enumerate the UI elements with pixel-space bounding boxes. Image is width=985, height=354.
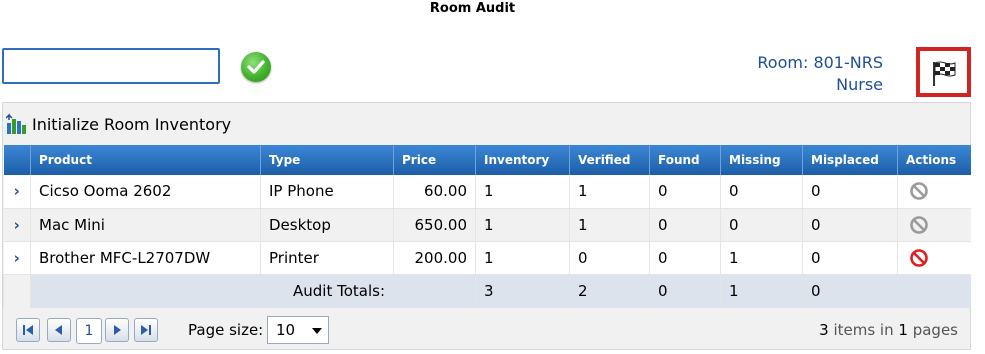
total-found: 0 [649, 274, 721, 308]
cell-type: Printer [260, 241, 394, 275]
cell-actions [897, 175, 971, 209]
next-page-icon [114, 325, 121, 335]
cell-verified: 0 [569, 241, 650, 275]
audit-grid: Initialize Room Inventory Product Type P… [2, 102, 971, 350]
total-missing: 1 [720, 274, 803, 308]
header-type[interactable]: Type [260, 145, 394, 175]
header-product[interactable]: Product [30, 145, 261, 175]
last-page-button[interactable] [134, 318, 158, 342]
cell-type: Desktop [260, 208, 394, 242]
last-page-icon [141, 325, 151, 335]
page-size-select[interactable]: 10 [267, 316, 329, 344]
scan-input[interactable] [2, 48, 220, 84]
cell-product: Mac Mini [30, 208, 261, 242]
room-label: Room: 801-NRS [757, 53, 883, 72]
header-inventory[interactable]: Inventory [475, 145, 570, 175]
cell-found: 0 [649, 241, 721, 275]
totals-row: Audit Totals: 3 2 0 1 0 [3, 274, 971, 308]
header-found[interactable]: Found [649, 145, 721, 175]
table-row: › Cicso Ooma 2602 IP Phone 60.00 1 1 0 0… [3, 175, 971, 209]
finish-audit-button[interactable] [916, 47, 971, 97]
cancel-disabled-icon [910, 182, 928, 201]
cell-found: 0 [649, 175, 721, 209]
cancel-disabled-icon [910, 215, 928, 234]
initialize-inventory-button[interactable]: Initialize Room Inventory [6, 113, 231, 135]
header-price[interactable]: Price [393, 145, 476, 175]
cell-product: Brother MFC-L2707DW [30, 241, 261, 275]
cancel-active-icon[interactable] [909, 248, 929, 268]
cell-verified: 1 [569, 208, 650, 242]
cell-price: 650.00 [393, 208, 476, 242]
first-page-button[interactable] [16, 318, 40, 342]
dropdown-arrow-icon [312, 328, 322, 334]
first-page-icon [23, 325, 33, 335]
cell-inventory: 1 [475, 175, 570, 209]
initialize-inventory-icon [6, 113, 26, 134]
total-inventory: 3 [475, 274, 570, 308]
total-misplaced: 0 [802, 274, 898, 308]
cell-price: 60.00 [393, 175, 476, 209]
header-missing[interactable]: Missing [720, 145, 803, 175]
page-title: Room Audit [429, 1, 516, 16]
initialize-inventory-label: Initialize Room Inventory [32, 114, 232, 134]
table-row: › Mac Mini Desktop 650.00 1 1 0 0 0 [3, 208, 971, 242]
cell-type: IP Phone [260, 175, 394, 209]
cell-missing: 0 [720, 175, 803, 209]
room-info: Room: 801-NRS Nurse [757, 52, 883, 96]
pager: 1 Page size: 10 3 items in 1 pages [3, 311, 970, 349]
table-row: › Brother MFC-L2707DW Printer 200.00 1 0… [3, 241, 971, 275]
page-size-label: Page size: [188, 321, 264, 339]
cell-inventory: 1 [475, 208, 570, 242]
cell-actions [897, 208, 971, 242]
prev-page-button[interactable] [47, 318, 71, 342]
page-number-button[interactable]: 1 [76, 318, 102, 344]
cell-missing: 0 [720, 208, 803, 242]
page-count: 1 [898, 321, 908, 339]
table-header-row: Product Type Price Inventory Verified Fo… [3, 145, 971, 175]
checkered-flag-icon [933, 61, 956, 86]
cell-verified: 1 [569, 175, 650, 209]
room-type: Nurse [836, 75, 883, 94]
header-expand [4, 145, 31, 175]
grid-toolbar: Initialize Room Inventory [3, 103, 970, 145]
totals-actions-blank [897, 274, 971, 308]
audit-table: Product Type Price Inventory Verified Fo… [3, 145, 971, 308]
row-expand-icon[interactable]: › [3, 241, 31, 275]
cell-misplaced: 0 [802, 208, 898, 242]
next-page-button[interactable] [105, 318, 129, 342]
items-text-2: pages [912, 321, 958, 339]
header-actions: Actions [897, 145, 971, 175]
items-text-1: items in [833, 321, 894, 339]
cell-actions [897, 241, 971, 275]
checkmark-icon [247, 60, 265, 74]
cell-inventory: 1 [475, 241, 570, 275]
header-misplaced[interactable]: Misplaced [802, 145, 898, 175]
row-expand-icon[interactable]: › [3, 175, 31, 209]
cell-price: 200.00 [393, 241, 476, 275]
cell-misplaced: 0 [802, 241, 898, 275]
cell-found: 0 [649, 208, 721, 242]
row-expand-icon[interactable]: › [3, 208, 31, 242]
totals-label: Audit Totals: [30, 274, 476, 308]
items-count: 3 [819, 321, 829, 339]
items-info: 3 items in 1 pages [819, 321, 958, 339]
page-size-value: 10 [276, 321, 296, 339]
totals-blank [3, 274, 31, 308]
header-verified[interactable]: Verified [569, 145, 650, 175]
total-verified: 2 [569, 274, 650, 308]
prev-page-icon [55, 325, 62, 335]
cell-missing: 1 [720, 241, 803, 275]
cell-misplaced: 0 [802, 175, 898, 209]
cell-product: Cicso Ooma 2602 [30, 175, 261, 209]
submit-check-button[interactable] [241, 52, 271, 82]
